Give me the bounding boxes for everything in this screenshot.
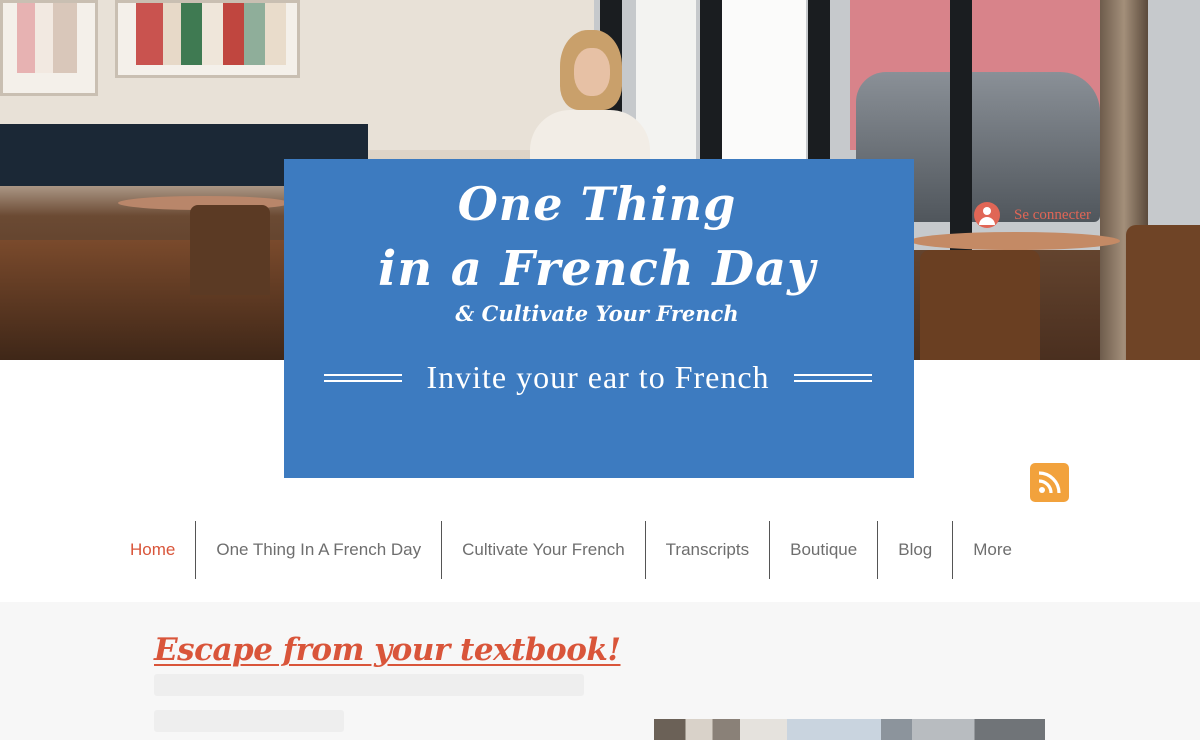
content-section: Escape from your textbook! [0, 602, 1200, 740]
login-button[interactable]: Se connecter [974, 202, 1091, 228]
main-nav: Home One Thing In A French Day Cultivate… [110, 521, 1032, 579]
rss-icon [1038, 471, 1061, 494]
nav-item-transcripts[interactable]: Transcripts [644, 521, 769, 579]
login-label: Se connecter [1014, 206, 1092, 223]
user-avatar-icon [974, 202, 1000, 228]
wall-frame [115, 0, 300, 78]
nav-item-blog[interactable]: Blog [877, 521, 952, 579]
person-figure [530, 30, 650, 170]
site-title-box[interactable]: One Thing in a French Day & Cultivate Yo… [284, 159, 914, 478]
nav-item-one-thing[interactable]: One Thing In A French Day [195, 521, 441, 579]
site-title-line2: in a French Day [377, 241, 817, 297]
faded-text-placeholder [154, 674, 614, 740]
site-title-line1: One Thing [457, 177, 737, 231]
site-subtitle: & Cultivate Your French [455, 301, 739, 326]
double-line-divider [324, 373, 402, 382]
street-photo [654, 719, 1045, 740]
nav-item-cultivate[interactable]: Cultivate Your French [441, 521, 645, 579]
nav-item-boutique[interactable]: Boutique [769, 521, 877, 579]
wall-frame [0, 0, 98, 96]
tagline: Invite your ear to French [324, 359, 872, 396]
double-line-divider [793, 373, 872, 382]
rss-button[interactable] [1030, 463, 1069, 502]
section-heading-link[interactable]: Escape from your textbook! [154, 632, 621, 668]
nav-item-more[interactable]: More [952, 521, 1032, 579]
nav-item-home[interactable]: Home [110, 521, 195, 579]
tagline-text: Invite your ear to French [426, 359, 770, 395]
